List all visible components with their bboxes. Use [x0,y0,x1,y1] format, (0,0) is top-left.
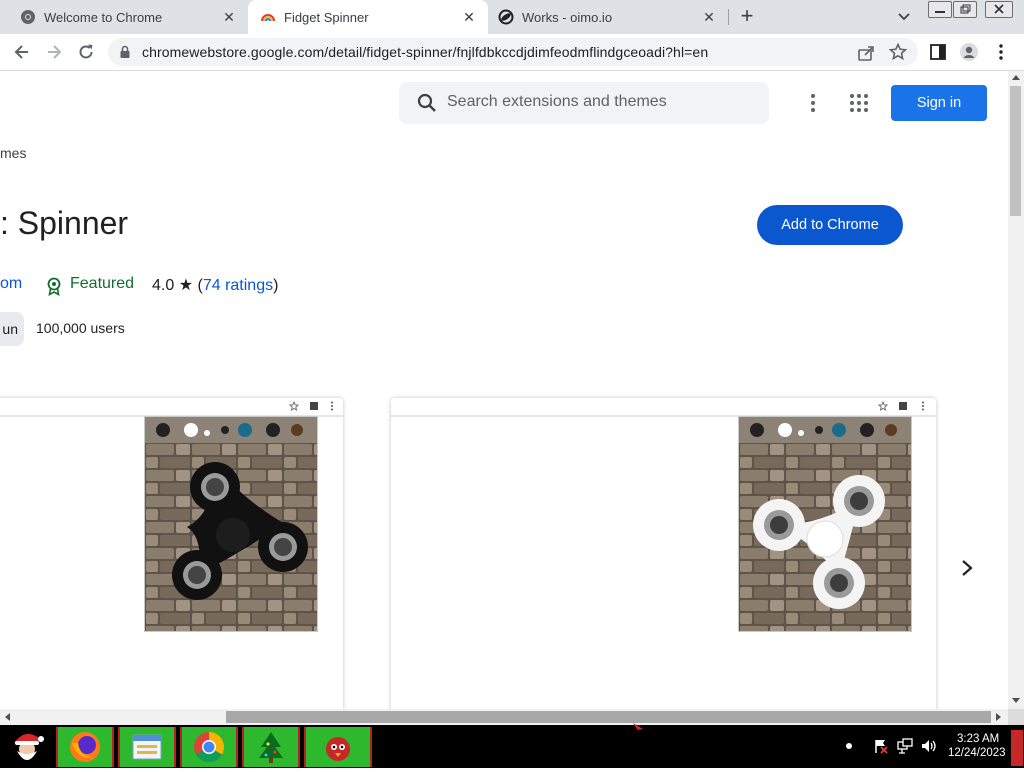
taskbar-chrome[interactable] [180,727,238,767]
close-tab-icon[interactable]: ✕ [698,9,720,26]
developer-link[interactable]: om [0,275,22,293]
rating-summary: 4.0 ★ (74 ratings) [152,275,278,295]
minimize-icon [935,11,945,13]
spinner-game-preview [144,416,318,632]
tab-title: Fidget Spinner [284,9,369,25]
clock-time[interactable]: 3:23 AM [957,733,999,745]
scrollbar-corner [1008,709,1024,725]
puzzle-icon [899,402,907,410]
featured-label: Featured [70,275,135,292]
tray-dot-icon[interactable] [845,742,853,750]
rainbow-icon [261,14,275,22]
mini-browser-bar [391,398,936,417]
ratings-close: ) [273,277,279,294]
more-options-icon [331,401,333,411]
scroll-left-icon[interactable] [3,712,11,722]
share-icon[interactable] [856,43,876,63]
restore-button[interactable] [953,1,977,18]
taskbar-tree[interactable] [242,727,300,767]
chevron-right-icon[interactable] [957,557,977,579]
reload-icon[interactable] [76,42,96,62]
url-text[interactable]: chromewebstore.google.com/detail/fidget-… [142,44,708,60]
featured-badge-icon [47,277,61,296]
show-desktop-button[interactable] [1011,730,1023,766]
category-chip[interactable]: un [0,312,24,346]
side-panel-icon[interactable] [928,42,948,62]
more-options-icon[interactable] [805,93,821,113]
lock-icon[interactable] [119,45,131,59]
profile-avatar-icon[interactable] [959,42,979,62]
back-icon[interactable] [12,42,32,62]
tab-welcome[interactable]: Welcome to Chrome ✕ [0,0,248,34]
taskbar-file-manager[interactable] [118,727,176,767]
volume-icon[interactable] [920,738,938,754]
firefox-icon [70,732,100,762]
santa-icon[interactable] [6,727,48,767]
chrome-icon [21,10,35,24]
sign-in-button[interactable]: Sign in [891,85,987,121]
star-icon: ★ [178,277,194,294]
page-title: : Spinner [0,205,129,241]
close-tab-icon[interactable]: ✕ [218,9,240,26]
tab-divider [728,9,729,25]
close-tab-icon[interactable]: ✕ [458,9,480,26]
close-icon [994,4,1004,14]
mini-browser-bar [0,398,343,417]
forward-icon[interactable] [44,42,64,62]
white-fidget-spinner-image [739,417,911,631]
scroll-up-icon[interactable] [1011,73,1021,81]
chrome-icon [194,732,225,763]
apps-grid-icon[interactable] [849,93,869,113]
bookmark-star-icon[interactable] [888,42,908,62]
file-manager-icon [132,734,162,760]
puzzle-icon [310,402,318,410]
clock-date[interactable]: 12/24/2023 [948,747,1006,759]
oimo-icon [498,9,514,25]
breadcrumb[interactable]: mes [0,145,26,161]
vertical-scroll-thumb[interactable] [1010,86,1021,216]
search-input-placeholder[interactable]: Search extensions and themes [447,93,667,111]
tab-title: Welcome to Chrome [44,9,163,25]
user-count: 100,000 users [36,320,125,336]
scroll-right-icon[interactable] [995,712,1003,722]
restore-icon [960,4,971,14]
search-icon[interactable] [417,93,437,113]
rating-value: 4.0 [152,277,175,294]
tree-icon [259,732,283,763]
tab-oimo[interactable]: Works - oimo.io ✕ [488,0,728,34]
black-fidget-spinner-image [145,417,317,631]
tab-fidget-spinner[interactable]: Fidget Spinner ✕ [248,0,488,34]
chrome-menu-icon[interactable] [993,42,1009,62]
notification-flag-icon[interactable] [873,738,889,754]
spinner-game-preview [738,416,912,632]
red-bird-icon [326,737,350,761]
add-to-chrome-button[interactable]: Add to Chrome [757,205,903,245]
star-icon [878,401,888,411]
star-icon [289,401,299,411]
mouse-cursor-icon [633,723,643,735]
chevron-down-icon[interactable] [896,9,912,25]
tab-title: Works - oimo.io [522,9,613,25]
taskbar-firefox[interactable] [56,727,114,767]
network-icon[interactable] [897,738,913,754]
close-window-button[interactable] [985,1,1013,18]
new-tab-button[interactable]: + [736,5,758,28]
scroll-down-icon[interactable] [1011,697,1021,705]
taskbar-red-bird[interactable] [304,727,372,767]
horizontal-scroll-thumb[interactable] [226,711,991,723]
ratings-link[interactable]: 74 ratings [203,277,273,294]
minimize-button[interactable] [928,1,952,18]
more-options-icon [922,401,924,411]
